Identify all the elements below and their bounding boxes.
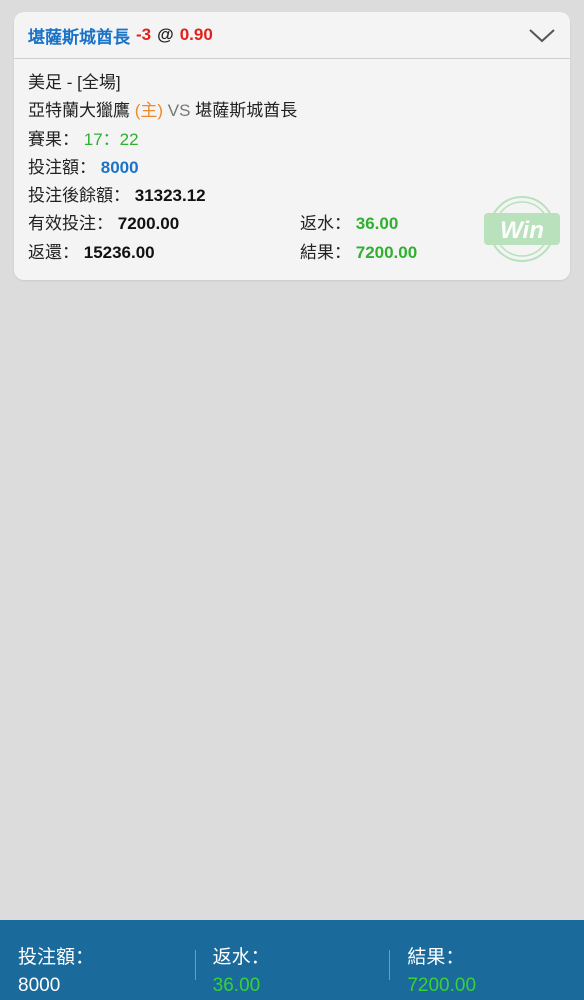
- return-result-row: 返還： 15236.00 結果： 7200.00: [28, 239, 556, 267]
- rebate-label: 返水：: [300, 214, 351, 234]
- stake-row: 投注額： 8000: [28, 154, 556, 182]
- summary-footer: 投注額： 8000 返水： 36.00 結果： 7200.00: [0, 920, 584, 1000]
- league-row: 美足 - [全場]: [28, 69, 556, 97]
- score-row: 賽果： 17：22: [28, 126, 556, 154]
- vs-label: VS: [167, 101, 191, 121]
- valid-label: 有效投注：: [28, 214, 113, 234]
- bet-card: 堪薩斯城酋長 -3 @ 0.90 美足 - [全場] 亞特蘭大獵鷹 (主) VS…: [14, 12, 570, 280]
- footer-rebate-value: 36.00: [212, 975, 261, 996]
- balance-row: 投注後餘額： 31323.12: [28, 182, 556, 210]
- valid-value: 7200.00: [117, 214, 180, 234]
- league-name: 美足 - [全場]: [28, 73, 121, 92]
- home-team: 亞特蘭大獵鷹: [28, 101, 130, 121]
- balance-value: 31323.12: [134, 186, 206, 206]
- rebate-cell: 返水： 36.00: [300, 210, 398, 238]
- footer-stake-label: 投注額：: [18, 947, 95, 968]
- footer-result-label: 結果：: [407, 947, 465, 968]
- chevron-down-icon[interactable]: [528, 25, 556, 45]
- bet-handicap: -3: [136, 25, 152, 44]
- footer-result-value: 7200.00: [407, 975, 477, 996]
- result-cell: 結果： 7200.00: [300, 239, 417, 267]
- home-tag: (主): [134, 101, 164, 121]
- footer-result: 結果： 7200.00: [389, 920, 584, 1000]
- balance-label: 投注後餘額：: [28, 186, 130, 206]
- win-stamp-text: Win: [500, 217, 544, 244]
- footer-rebate-label: 返水：: [212, 947, 270, 968]
- return-label: 返還：: [28, 242, 79, 262]
- footer-stake-value: 8000: [18, 975, 61, 996]
- score-label: 賽果：: [28, 129, 79, 149]
- bet-odds: 0.90: [179, 25, 213, 44]
- bet-team: 堪薩斯城酋長: [28, 27, 130, 47]
- footer-stake: 投注額： 8000: [0, 920, 195, 1000]
- matchup-row: 亞特蘭大獵鷹 (主) VS 堪薩斯城酋長: [28, 97, 556, 125]
- bet-at: @: [157, 25, 174, 44]
- result-value: 7200.00: [355, 242, 418, 262]
- win-stamp-icon: Win: [484, 196, 560, 262]
- bet-card-header[interactable]: 堪薩斯城酋長 -3 @ 0.90: [14, 12, 570, 59]
- valid-rebate-row: 有效投注： 7200.00 返水： 36.00: [28, 210, 556, 238]
- bet-card-body: 美足 - [全場] 亞特蘭大獵鷹 (主) VS 堪薩斯城酋長 賽果： 17：22…: [14, 59, 570, 267]
- result-label: 結果：: [300, 242, 351, 262]
- footer-rebate: 返水： 36.00: [194, 920, 390, 1000]
- score-value: 17：22: [83, 129, 139, 149]
- return-value: 15236.00: [83, 242, 155, 262]
- stake-value: 8000: [100, 157, 139, 177]
- rebate-value: 36.00: [355, 214, 399, 234]
- away-team: 堪薩斯城酋長: [195, 101, 298, 121]
- stake-label: 投注額：: [28, 157, 96, 177]
